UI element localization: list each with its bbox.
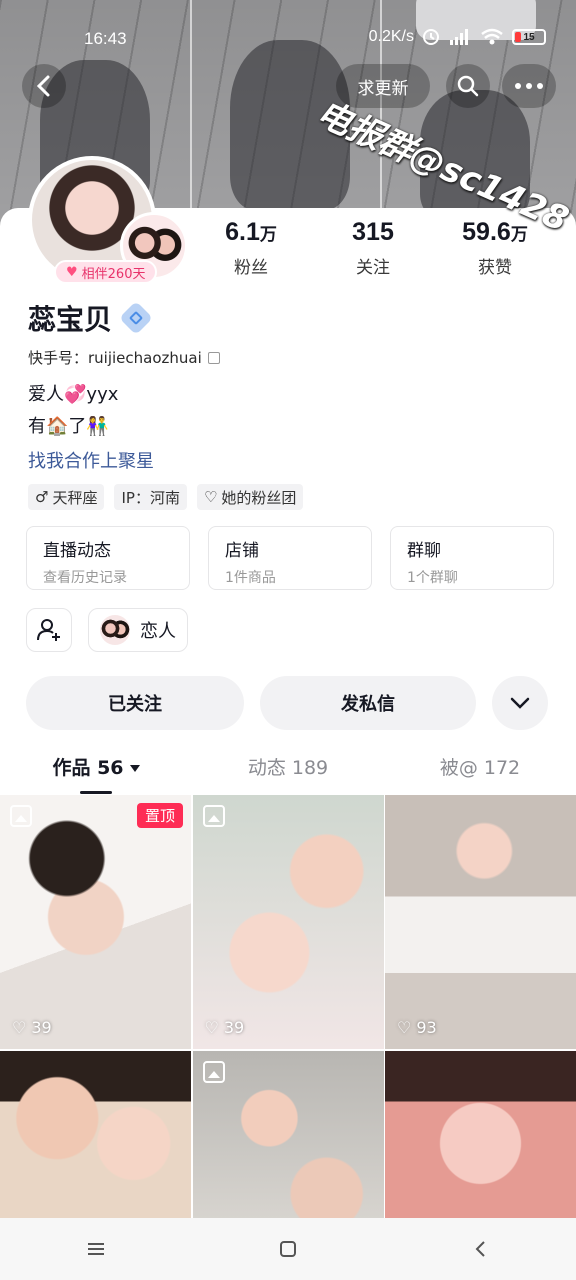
search-button[interactable] <box>446 64 490 108</box>
work-tile[interactable]: 置顶 ♡ 39 <box>0 795 191 1049</box>
verified-icon[interactable] <box>119 301 153 335</box>
battery-icon: 15 <box>512 29 546 45</box>
lover-label: 恋人 <box>140 621 176 642</box>
heart-outline-icon: ♡ <box>12 1018 27 1037</box>
search-icon <box>457 75 479 97</box>
system-nav-bar <box>0 1218 576 1280</box>
copy-icon[interactable] <box>207 351 220 364</box>
work-tile[interactable]: ♡ 93 <box>385 795 576 1049</box>
tab-moments[interactable]: 动态 189 <box>192 742 384 794</box>
kuaishou-id[interactable]: 快手号：ruijiechaozhuai <box>28 347 220 368</box>
profile-name: 蕊宝贝 <box>28 298 153 338</box>
work-tile[interactable] <box>192 1051 384 1219</box>
tag-zodiac: ♂ 天秤座 <box>28 484 105 510</box>
bio-line: 有🏠了👫 <box>28 416 109 437</box>
card-shop[interactable]: 店铺 1件商品 <box>208 526 372 590</box>
like-count: ♡ 93 <box>397 1018 437 1037</box>
tag-fan-club[interactable]: ♡ 她的粉丝团 <box>196 484 304 510</box>
expand-button[interactable] <box>492 676 548 730</box>
wifi-icon <box>481 28 503 45</box>
net-speed: 0.2K/s <box>368 28 414 45</box>
lover-avatar <box>100 615 130 645</box>
tag-ip: IP：河南 <box>114 484 187 510</box>
work-tile[interactable]: ♡ 39 <box>192 795 384 1049</box>
add-person-icon <box>37 619 60 641</box>
home-icon[interactable] <box>268 1234 308 1264</box>
image-post-icon <box>202 805 225 827</box>
status-time: 16:43 <box>84 29 127 48</box>
followed-button[interactable]: 已关注 <box>26 676 244 730</box>
action-row: 已关注 发私信 <box>26 676 548 730</box>
back-nav-icon[interactable] <box>460 1234 500 1264</box>
card-live-history[interactable]: 直播动态 查看历史记录 <box>26 526 190 590</box>
like-count: ♡ 39 <box>12 1018 52 1037</box>
male-symbol-icon: ♂ <box>35 488 49 506</box>
works-grid: 置顶 ♡ 39 ♡ 39 ♡ 93 <box>0 795 576 1219</box>
caret-down-icon <box>129 765 140 772</box>
more-button[interactable] <box>502 64 556 108</box>
chevron-down-icon <box>510 697 530 709</box>
stats-row: 6.1万 粉丝 315 关注 59.6万 获赞 <box>190 218 556 278</box>
status-bar: 16:43 0.2K/s 15 <box>0 0 576 76</box>
image-post-icon <box>10 805 32 827</box>
stat-following[interactable]: 315 关注 <box>313 218 433 278</box>
signal-icon <box>450 29 468 45</box>
heart-outline-icon: ♡ <box>203 488 218 506</box>
alarm-icon <box>423 29 439 45</box>
heart-icon: ♥ <box>66 264 78 280</box>
stat-followers[interactable]: 6.1万 粉丝 <box>191 218 311 278</box>
tab-works[interactable]: 作品 56 <box>0 742 192 794</box>
message-button[interactable]: 发私信 <box>260 676 476 730</box>
profile-name-text: 蕊宝贝 <box>28 303 113 336</box>
image-post-icon <box>202 1061 225 1083</box>
pinned-badge: 置顶 <box>136 803 183 828</box>
chevron-left-icon <box>36 75 50 97</box>
heart-outline-icon: ♡ <box>397 1018 412 1037</box>
kuaishou-id-text: 快手号：ruijiechaozhuai <box>28 349 202 367</box>
feature-cards: 直播动态 查看历史记录 店铺 1件商品 群聊 1个群聊 <box>26 526 554 590</box>
pair-badge[interactable]: ♥ 相伴260天 <box>54 260 158 284</box>
work-tile[interactable] <box>385 1051 576 1219</box>
tab-mentions[interactable]: 被@ 172 <box>384 742 576 794</box>
back-button[interactable] <box>22 64 66 108</box>
cooperation-link[interactable]: 找我合作上聚星 <box>28 447 154 473</box>
pair-badge-label: 相伴260天 <box>81 266 146 282</box>
work-tile[interactable] <box>0 1051 191 1219</box>
bio-line: 爱人💞yyx <box>28 384 119 405</box>
like-count: ♡ 39 <box>204 1018 245 1037</box>
content-tabs: 作品 56 动态 189 被@ 172 <box>0 742 576 794</box>
heart-outline-icon: ♡ <box>204 1018 219 1037</box>
add-relation-button[interactable] <box>26 608 72 652</box>
stat-likes[interactable]: 59.6万 获赞 <box>435 218 555 278</box>
card-group-chat[interactable]: 群聊 1个群聊 <box>390 526 554 590</box>
menu-icon[interactable] <box>76 1234 116 1264</box>
tag-row: ♂ 天秤座 IP：河南 ♡ 她的粉丝团 <box>28 484 304 510</box>
more-dots-icon <box>515 83 543 89</box>
lover-relation[interactable]: 恋人 <box>88 608 188 652</box>
status-right: 0.2K/s 15 <box>369 28 546 46</box>
